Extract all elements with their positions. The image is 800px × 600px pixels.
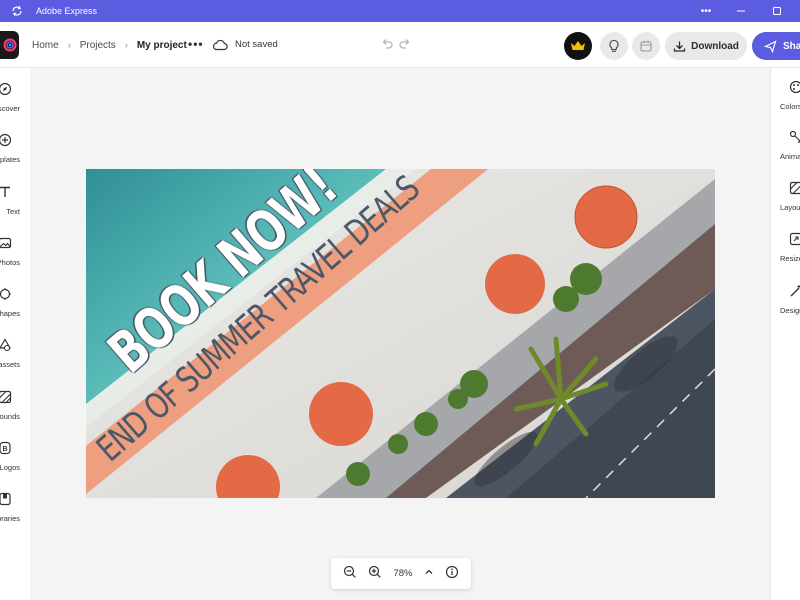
right-toolbar: Colors Animation Layout Resize Design: [770, 68, 800, 600]
sidebar-item-templates[interactable]: Templates: [0, 133, 30, 167]
share-label: Share: [783, 40, 800, 52]
crown-icon: [571, 41, 585, 50]
panel-label: Colors: [780, 102, 800, 111]
sidebar-label: Shapes: [0, 309, 20, 318]
panel-item-resize[interactable]: Resize: [771, 232, 800, 266]
backgrounds-icon: [0, 390, 12, 404]
lightbulb-icon: [609, 39, 619, 52]
design-assets-icon: [0, 338, 12, 352]
save-status: Not saved: [235, 39, 278, 50]
magic-wand-icon: [790, 285, 800, 297]
palette-icon: [789, 80, 800, 94]
redo-icon[interactable]: [398, 37, 412, 56]
logos-icon: B: [0, 441, 11, 455]
zoom-out-icon[interactable]: [343, 565, 357, 582]
panel-item-design[interactable]: Design: [771, 284, 800, 318]
compass-icon: [0, 82, 12, 96]
text-icon: [0, 186, 10, 197]
left-toolbar: Discover Templates Text Photos Shapes De…: [0, 68, 30, 600]
breadcrumb-home[interactable]: Home: [32, 40, 59, 51]
sidebar-item-design-assets[interactable]: Design assets: [0, 338, 30, 372]
chevron-right-icon: ›: [67, 40, 71, 50]
window-title: Adobe Express: [36, 6, 98, 16]
download-button[interactable]: Download: [665, 32, 747, 60]
sidebar-label: Libraries: [0, 514, 20, 523]
layout-icon: [789, 181, 800, 195]
sidebar-label: Design assets: [0, 360, 20, 369]
share-button[interactable]: Share: [752, 32, 800, 60]
undo-icon[interactable]: [380, 37, 394, 56]
breadcrumb-current[interactable]: My project: [137, 40, 187, 51]
sync-icon[interactable]: [6, 0, 28, 22]
adobe-express-logo[interactable]: [0, 31, 19, 59]
sidebar-item-backgrounds[interactable]: Backgrounds: [0, 390, 30, 424]
sidebar-label: Templates: [0, 155, 20, 164]
sidebar-item-text[interactable]: Text: [0, 185, 30, 219]
sidebar-label: Photos: [0, 258, 20, 267]
panel-item-layout[interactable]: Layout: [771, 181, 800, 215]
panel-label: Layout: [780, 203, 800, 212]
schedule-button[interactable]: [632, 32, 660, 60]
sidebar-item-discover[interactable]: Discover: [0, 82, 30, 116]
libraries-icon: [0, 492, 11, 506]
zoom-toolbar: 78%: [331, 558, 471, 589]
animation-icon: [789, 130, 800, 143]
panel-label: Resize: [780, 254, 800, 263]
chevron-right-icon: ›: [124, 40, 128, 50]
shapes-icon: [0, 288, 11, 300]
download-label: Download: [691, 40, 739, 52]
maximize-icon[interactable]: [760, 0, 794, 22]
resize-icon: [789, 232, 800, 246]
more-options-icon[interactable]: •••: [689, 0, 723, 22]
ideas-button[interactable]: [600, 32, 628, 60]
artboard[interactable]: BOOK NOW! END OF SUMMER TRAVEL DEALS: [86, 169, 715, 498]
photo-icon: [0, 237, 12, 249]
minimize-icon[interactable]: [724, 0, 758, 22]
panel-item-animation[interactable]: Animation: [771, 130, 800, 164]
title-bar: Adobe Express •••: [0, 0, 800, 22]
sidebar-item-libraries[interactable]: Libraries: [0, 492, 30, 526]
panel-label: Design: [780, 306, 800, 315]
more-actions-icon[interactable]: •••: [188, 37, 204, 51]
breadcrumb: Home › Projects › My project: [32, 22, 187, 68]
info-icon[interactable]: [445, 565, 459, 582]
svg-text:B: B: [2, 446, 7, 453]
sidebar-item-shapes[interactable]: Shapes: [0, 287, 30, 321]
chevron-up-icon[interactable]: [424, 567, 434, 580]
sidebar-label: Backgrounds: [0, 412, 20, 421]
send-icon: [764, 39, 777, 53]
panel-label: Animation: [780, 152, 800, 161]
download-icon: [673, 41, 686, 52]
breadcrumb-projects[interactable]: Projects: [80, 40, 116, 51]
cloud-icon: [212, 38, 228, 56]
zoom-level[interactable]: 78%: [393, 568, 412, 579]
panel-item-colors[interactable]: Colors: [771, 80, 800, 114]
sidebar-label: Logos: [0, 463, 20, 472]
premium-crown-button[interactable]: [564, 32, 592, 60]
sidebar-label: Text: [6, 207, 20, 216]
zoom-in-icon[interactable]: [368, 565, 382, 582]
calendar-icon: [640, 40, 652, 52]
sidebar-item-logos[interactable]: B Logos: [0, 441, 30, 475]
sidebar-item-photos[interactable]: Photos: [0, 236, 30, 270]
sidebar-label: Discover: [0, 104, 20, 113]
templates-icon: [0, 133, 12, 147]
app-header: Home › Projects › My project ••• Not sav…: [0, 22, 800, 68]
